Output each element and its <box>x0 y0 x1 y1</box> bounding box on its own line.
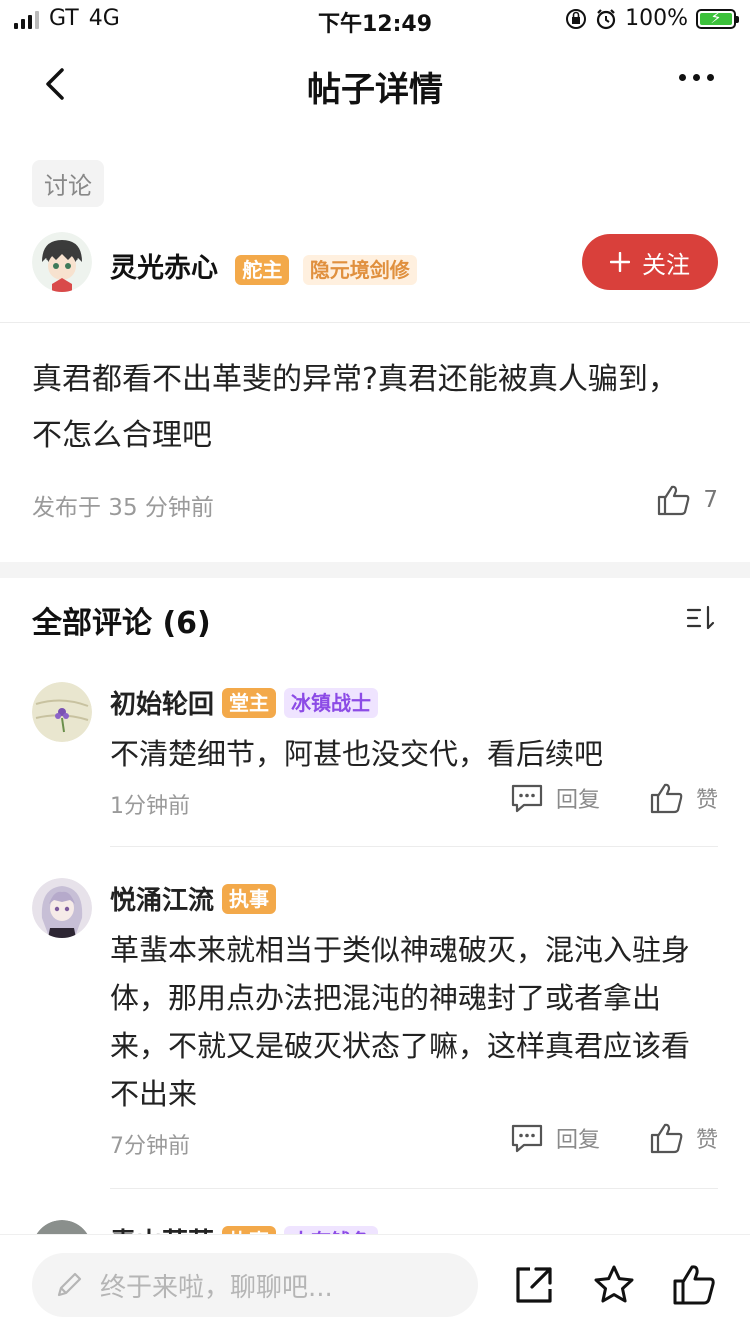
rotation-lock-icon <box>566 8 587 29</box>
follow-button[interactable]: 关注 <box>582 234 718 290</box>
more-icon[interactable] <box>679 74 714 81</box>
star-icon[interactable] <box>592 1263 636 1307</box>
comment-divider <box>110 846 718 847</box>
author-avatar[interactable] <box>32 232 92 292</box>
comment-time: 1分钟前 <box>110 794 190 819</box>
comment-item: 悦涌江流 执事 革蜚本来就相当于类似神魂破灭，混沌入驻身体，那用点办法把混沌的神… <box>32 878 718 1190</box>
rank-badge: 堂主 <box>222 687 277 718</box>
comment-divider <box>110 1188 718 1189</box>
thumbs-up-icon <box>650 783 683 814</box>
post-author: 灵光赤心 舵主 隐元境剑修 关注 <box>32 232 718 292</box>
rank-badge: 执事 <box>222 883 277 914</box>
divider <box>0 322 750 323</box>
rank-badge: 舵主 <box>235 255 290 285</box>
commenter-avatar[interactable] <box>32 682 92 742</box>
like-label: 赞 <box>695 788 718 813</box>
comment-text: 不清楚细节，阿甚也没交代，看后续吧 <box>110 737 604 771</box>
thumbs-up-icon <box>650 1123 683 1154</box>
comment-input[interactable]: 终于来啦，聊聊吧... <box>32 1253 478 1317</box>
follow-label: 关注 <box>642 250 690 279</box>
post-content: 真君都看不出革斐的异常?真君还能被真人骗到，不怎么合理吧 <box>32 362 678 453</box>
bottom-bar: 终于来啦，聊聊吧... <box>0 1234 750 1335</box>
reply-label: 回复 <box>555 788 600 813</box>
title-badge: 隐元境剑修 <box>302 255 417 285</box>
plus-icon <box>610 252 630 272</box>
alarm-icon <box>596 8 616 29</box>
reply-button[interactable]: 回复 <box>510 1122 600 1154</box>
sort-icon[interactable] <box>686 604 716 632</box>
thumbs-up-icon[interactable] <box>672 1263 716 1307</box>
commenter-name[interactable]: 初始轮回 <box>110 684 214 721</box>
pencil-icon <box>57 1272 82 1297</box>
comments-title: 全部评论 (6) <box>32 606 211 641</box>
category-tag[interactable]: 讨论 <box>32 160 104 207</box>
post-timestamp: 发布于 35 分钟前 <box>32 495 214 521</box>
post-like-count: 7 <box>703 487 718 513</box>
like-label: 赞 <box>695 1128 718 1153</box>
share-icon[interactable] <box>512 1263 556 1307</box>
reply-button[interactable]: 回复 <box>510 782 600 814</box>
comment-icon <box>511 1124 543 1153</box>
nav-bar: 帖子详情 <box>0 44 750 124</box>
battery-icon: ⚡ <box>696 8 739 29</box>
title-badge: 冰镇战士 <box>284 687 379 718</box>
author-name[interactable]: 灵光赤心 <box>110 253 218 284</box>
like-button[interactable]: 赞 <box>650 1122 718 1154</box>
comment-input-placeholder: 终于来啦，聊聊吧... <box>100 1272 333 1303</box>
comment-icon <box>511 784 543 813</box>
thumbs-up-icon <box>658 485 690 516</box>
commenter-name[interactable]: 悦涌江流 <box>110 880 214 917</box>
like-button[interactable]: 赞 <box>650 782 718 814</box>
comment-time: 7分钟前 <box>110 1134 190 1159</box>
status-bar: GT 4G 下午12:49 100% ⚡ <box>0 0 750 40</box>
page-title: 帖子详情 <box>307 70 443 110</box>
comment-item: 初始轮回 堂主 冰镇战士 不清楚细节，阿甚也没交代，看后续吧 1分钟前 回复 赞 <box>32 682 718 847</box>
section-divider <box>0 562 750 578</box>
post-like-button[interactable]: 7 <box>657 484 718 516</box>
comment-text: 革蜚本来就相当于类似神魂破灭，混沌入驻身体，那用点办法把混沌的神魂封了或者拿出来… <box>110 933 691 1111</box>
reply-label: 回复 <box>555 1128 600 1153</box>
battery-percent: 100% <box>625 6 688 31</box>
commenter-avatar[interactable] <box>32 878 92 938</box>
